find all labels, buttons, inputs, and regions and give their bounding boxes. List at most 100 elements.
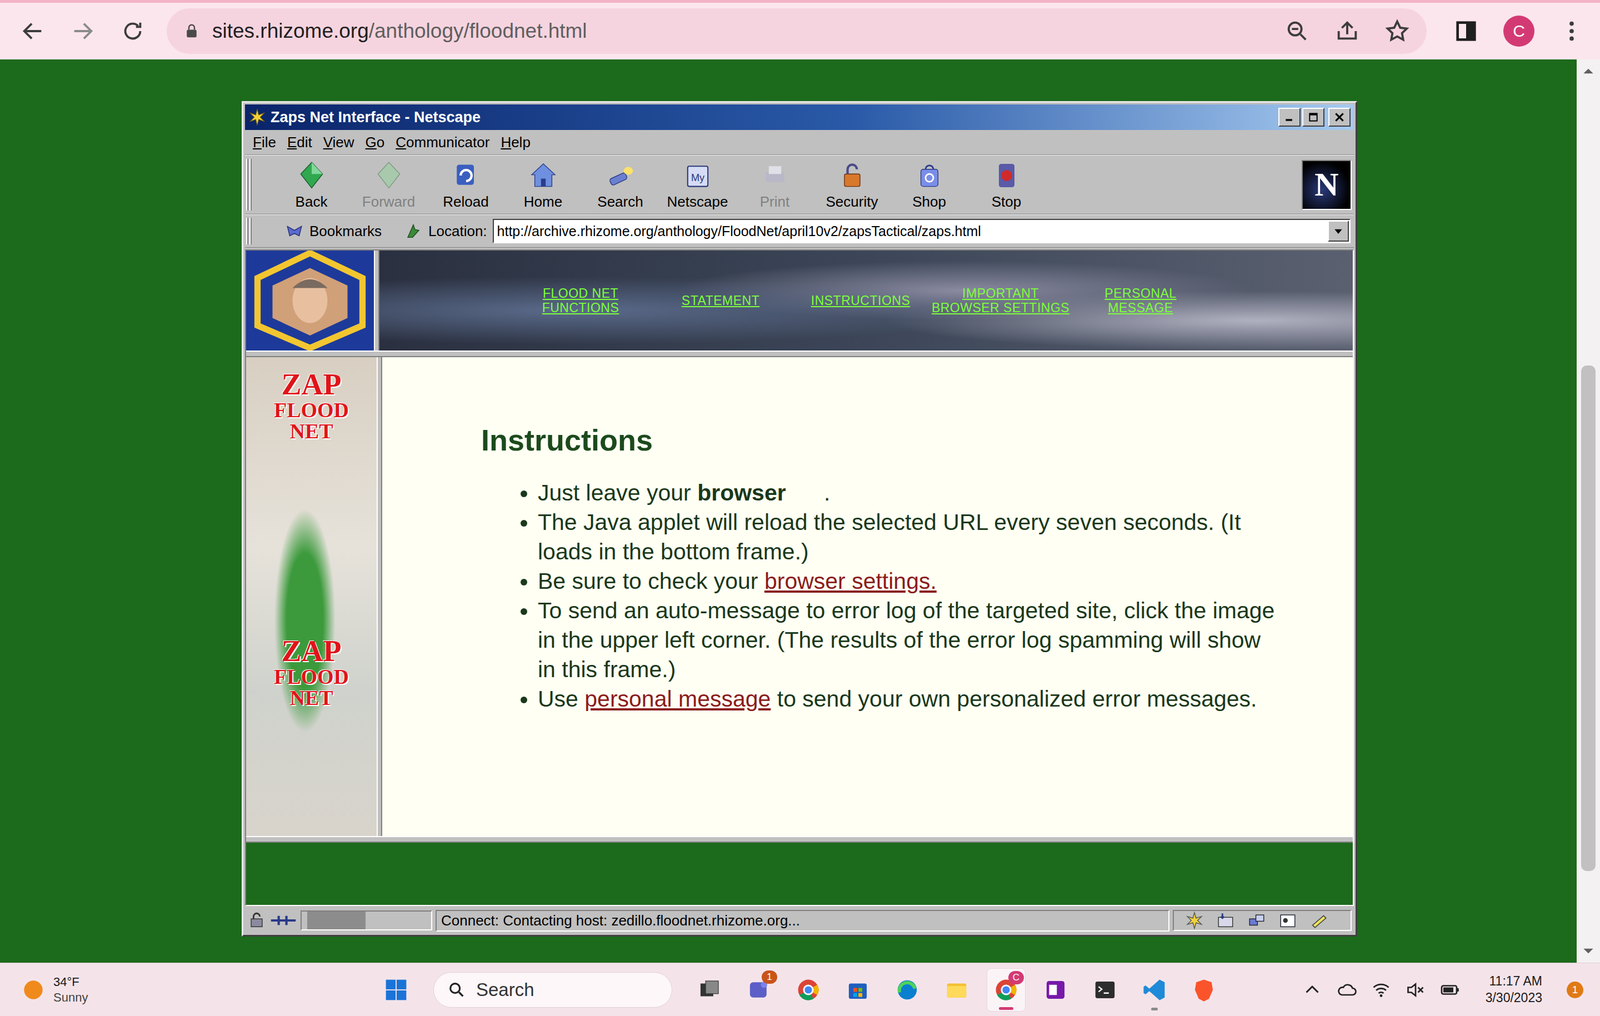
frame-divider[interactable] <box>246 836 1353 843</box>
taskbar-app[interactable] <box>838 968 878 1012</box>
share-icon[interactable] <box>1334 18 1360 44</box>
taskbar-app[interactable] <box>937 968 977 1012</box>
toolbar-button[interactable]: Shop <box>890 157 968 212</box>
nav-link[interactable]: STATEMENT <box>650 293 791 308</box>
toolbar-button[interactable]: Home <box>504 157 582 212</box>
address-book-icon[interactable] <box>1278 911 1298 930</box>
title-bar[interactable]: Zaps Net Interface - Netscape <box>245 104 1354 130</box>
composer-icon[interactable] <box>1309 911 1329 930</box>
menu-item[interactable]: View <box>323 133 355 152</box>
maximize-button[interactable] <box>1302 107 1325 127</box>
taskbar-app[interactable]: 1 <box>739 968 779 1012</box>
toolbar-button[interactable]: Stop <box>967 157 1045 212</box>
taskbar-app[interactable] <box>1184 968 1224 1012</box>
menu-item[interactable]: Go <box>365 133 385 152</box>
instruction-item: Just leave your browser . <box>537 478 1283 508</box>
menu-item[interactable]: File <box>252 133 277 152</box>
taskbar-search[interactable]: Search <box>433 972 673 1008</box>
taskbar-app[interactable]: C <box>986 968 1026 1012</box>
connection-icon[interactable] <box>269 911 298 930</box>
close-button[interactable] <box>1328 107 1351 127</box>
toolbar-button[interactable]: Forward <box>350 157 428 212</box>
taskbar-app[interactable] <box>690 968 729 1012</box>
brave-icon <box>1191 977 1217 1003</box>
onenote-icon <box>1042 977 1069 1003</box>
weather-widget[interactable]: 34°FSunny <box>0 974 384 1005</box>
star-icon[interactable] <box>1384 18 1410 44</box>
nav-link[interactable]: FLOOD NET FUNCTIONS <box>510 286 651 316</box>
taskbar-app[interactable] <box>1036 968 1075 1012</box>
mail-icon[interactable] <box>1216 911 1235 930</box>
location-dropdown[interactable] <box>1327 220 1349 242</box>
scroll-up-icon[interactable] <box>1581 63 1596 79</box>
frame-divider[interactable] <box>246 350 1353 358</box>
address-bar[interactable]: sites.rhizome.org/anthology/floodnet.htm… <box>166 8 1427 54</box>
location-bar: BookmarksLocation:http://archive.rhizome… <box>245 214 1354 248</box>
security-lock-icon[interactable] <box>247 911 267 930</box>
store-icon <box>845 977 871 1003</box>
running-indicator <box>1151 1007 1158 1011</box>
taskbar-app[interactable] <box>1085 968 1125 1012</box>
url-text[interactable]: sites.rhizome.org/anthology/floodnet.htm… <box>212 19 1273 43</box>
banner-frame: FLOOD NET FUNCTIONSSTATEMENTINSTRUCTIONS… <box>379 250 1353 351</box>
toolbar-grip[interactable] <box>246 158 253 211</box>
toolbar-button[interactable]: Print <box>736 157 814 212</box>
nav-link[interactable]: IMPORTANT BROWSER SETTINGS <box>930 286 1071 316</box>
scroll-down-icon[interactable] <box>1581 943 1596 959</box>
nav-link[interactable]: PERSONAL MESSAGE <box>1070 286 1211 316</box>
wifi-icon[interactable] <box>1371 980 1392 1000</box>
toolbar-label: Netscape <box>667 193 729 211</box>
menu-item[interactable]: Help <box>500 133 530 152</box>
menu-item[interactable]: Communicator <box>395 133 490 152</box>
back-arrow-icon[interactable] <box>20 18 46 44</box>
location-field[interactable]: http://archive.rhizome.org/anthology/Flo… <box>492 218 1351 244</box>
toolbar-button[interactable]: My Netscape <box>658 157 737 212</box>
profile-avatar[interactable]: C <box>1503 15 1535 47</box>
onedrive-icon[interactable] <box>1336 980 1357 1000</box>
netscape-window: Zaps Net Interface - Netscape File Edit Vie… <box>241 101 1358 937</box>
navigator-icon[interactable] <box>1185 911 1204 930</box>
scroll-track[interactable] <box>1576 82 1600 940</box>
svg-text:My: My <box>690 172 705 184</box>
reload-icon <box>450 160 482 192</box>
instruction-link[interactable]: personal message <box>584 686 771 712</box>
nav-link[interactable]: INSTRUCTIONS <box>790 293 931 308</box>
bookmarks-button[interactable]: Bookmarks <box>285 221 382 241</box>
menu-dots-icon[interactable] <box>1558 18 1585 44</box>
side-panel-icon[interactable] <box>1453 18 1479 44</box>
menu-item[interactable]: Edit <box>287 133 313 152</box>
corner-image[interactable] <box>246 250 374 351</box>
taskbar-app[interactable] <box>788 968 828 1012</box>
window-title: Zaps Net Interface - Netscape <box>270 108 1274 127</box>
netscape-logo[interactable]: N <box>1301 160 1352 210</box>
forward-arrow-icon[interactable] <box>70 18 96 44</box>
frame-divider[interactable] <box>373 250 380 351</box>
toolbar-button[interactable]: Back <box>272 157 350 212</box>
instruction-item: Be sure to check your browser settings. <box>537 566 1283 597</box>
windows-start-icon[interactable] <box>383 977 409 1003</box>
file-explorer-icon <box>943 977 970 1003</box>
frame-divider[interactable] <box>376 357 383 837</box>
instruction-link[interactable]: browser settings. <box>764 568 937 594</box>
toolbar-button[interactable]: Security <box>813 157 891 212</box>
clock[interactable]: 11:17 AM3/30/2023 <box>1485 973 1543 1007</box>
speaker-muted-icon[interactable] <box>1405 980 1426 1000</box>
toolbar-button[interactable]: Reload <box>427 157 505 212</box>
search-icon <box>447 980 467 1000</box>
page-scrollbar[interactable] <box>1576 59 1600 963</box>
taskbar-app[interactable] <box>1135 968 1174 1012</box>
scroll-thumb[interactable] <box>1581 365 1596 872</box>
zoom-out-icon[interactable] <box>1284 18 1310 44</box>
reload-icon[interactable] <box>120 18 146 44</box>
battery-icon[interactable] <box>1440 980 1460 1000</box>
location-grip[interactable] <box>246 217 253 245</box>
discussions-icon[interactable] <box>1247 911 1267 930</box>
lock-icon[interactable] <box>183 22 200 40</box>
notification-badge[interactable]: 1 <box>1566 981 1584 999</box>
chevron-up-icon[interactable] <box>1302 980 1323 1000</box>
minimize-button[interactable] <box>1278 107 1301 127</box>
toolbar-button[interactable]: Search <box>581 157 659 212</box>
minimize-icon <box>1283 111 1295 123</box>
taskbar-app[interactable] <box>887 968 927 1012</box>
sun-icon <box>22 978 45 1002</box>
